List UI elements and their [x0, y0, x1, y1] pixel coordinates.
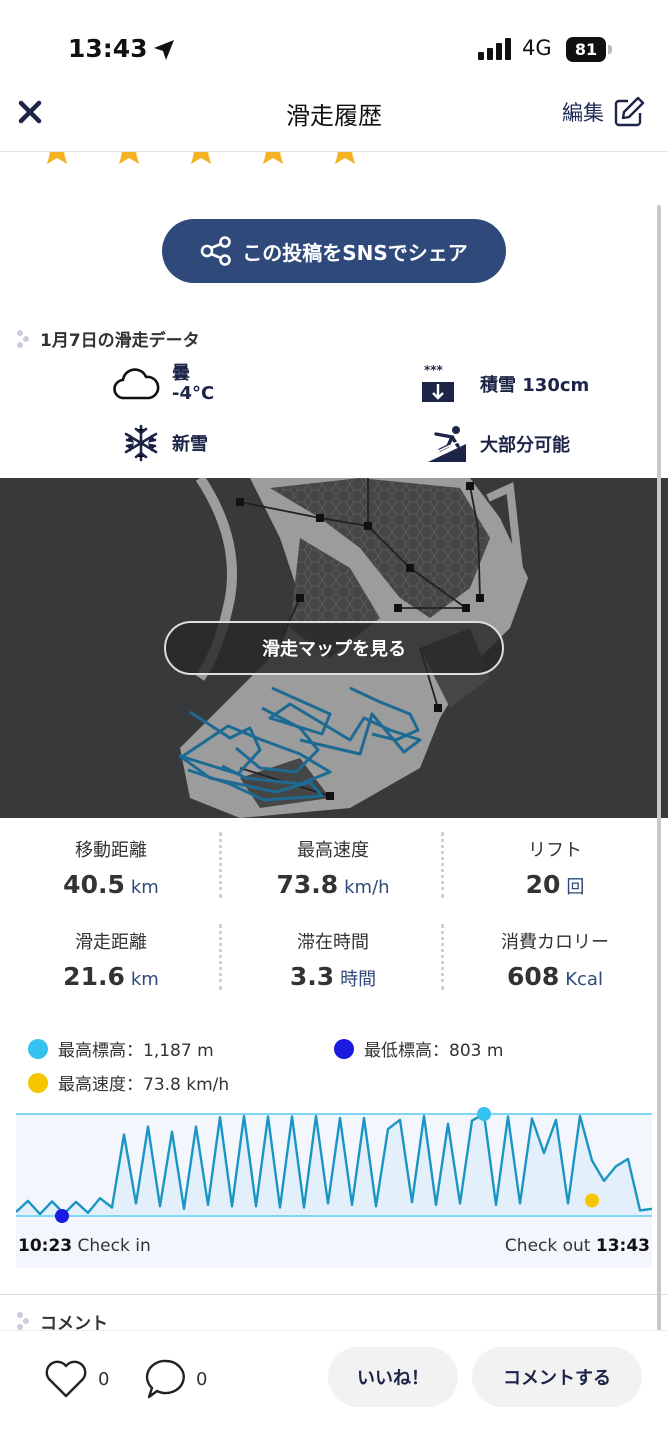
- legend-max-altitude: 最高標高：1,187 m: [28, 1036, 214, 1061]
- max-speed-marker: [585, 1193, 599, 1208]
- max-speed-label: 最高速度：73.8 km/h: [58, 1075, 230, 1095]
- stat-unit: Kcal: [565, 969, 603, 990]
- temperature: -4°C: [172, 383, 215, 404]
- status-time: 13:43: [68, 34, 148, 63]
- status-bar: 13:43 4G 81: [0, 0, 668, 90]
- day-data-label: 1月7日の滑走データ: [40, 331, 200, 351]
- stat-value: 20: [525, 870, 561, 899]
- divider: [219, 924, 222, 990]
- stat-label: 消費カロリー: [501, 932, 609, 953]
- max-altitude-marker: [477, 1107, 491, 1121]
- divider: [441, 832, 444, 898]
- stat-unit: km/h: [344, 877, 390, 898]
- bottom-action-bar: 0 0 いいね！ コメントする: [0, 1330, 668, 1448]
- stat-unit: km: [130, 877, 159, 898]
- location-arrow-icon: [154, 40, 174, 60]
- stat-value: 21.6: [63, 962, 125, 991]
- edit-icon: [614, 96, 645, 127]
- snow-type-info: 新雪: [122, 424, 208, 462]
- star-icon: [119, 152, 139, 164]
- stat-label: 最高速度: [297, 840, 369, 861]
- stat-max-speed: 最高速度 73.8 km/h: [222, 836, 444, 899]
- close-icon[interactable]: [14, 96, 46, 128]
- like-button[interactable]: いいね！: [328, 1347, 458, 1407]
- battery-icon: 81: [566, 37, 612, 62]
- legend-min-altitude: 最低標高：803 m: [334, 1036, 503, 1061]
- min-altitude-dot: [334, 1038, 354, 1059]
- snow-depth-icon: ***: [422, 364, 454, 402]
- stat-value: 3.3: [289, 962, 335, 991]
- comment-bubble-icon[interactable]: [144, 1357, 188, 1401]
- stat-label: 滞在時間: [297, 932, 369, 953]
- svg-text:***: ***: [424, 364, 444, 377]
- course-status: 大部分可能: [480, 435, 570, 456]
- network-type: 4G: [522, 36, 552, 60]
- rating-stars: [40, 152, 380, 164]
- snow-type: 新雪: [172, 434, 208, 455]
- nav-bar: 滑走履歴 編集: [0, 90, 668, 152]
- star-icon: [263, 152, 283, 164]
- legend-max-speed: 最高速度：73.8 km/h: [28, 1070, 229, 1095]
- course-status-info: 大部分可能: [426, 424, 570, 464]
- check-out-time: 13:43: [595, 1236, 650, 1256]
- comment-heading: コメント: [16, 1312, 108, 1330]
- stat-label: リフト: [528, 840, 582, 861]
- section-divider: [0, 1294, 668, 1295]
- battery-level: 81: [566, 37, 606, 62]
- snowflake-icon: [124, 424, 158, 462]
- star-icon: [335, 152, 355, 164]
- stats-grid: 移動距離 40.5 km 最高速度 73.8 km/h リフト 20 回 滑走距離 2…: [0, 822, 668, 1012]
- stat-value: 40.5: [63, 870, 125, 899]
- stat-value: 73.8: [276, 870, 339, 899]
- stat-value: 608: [507, 962, 560, 991]
- stat-calories: 消費カロリー 608 Kcal: [444, 928, 666, 991]
- edit-label: 編集: [562, 101, 604, 125]
- comment-label: コメント: [40, 1313, 108, 1331]
- weather-condition: 曇: [172, 363, 190, 384]
- weather-info: 曇 -4°C: [112, 364, 214, 404]
- comment-button[interactable]: コメントする: [472, 1347, 642, 1407]
- star-icon: [191, 152, 211, 164]
- check-in-text: Check in: [77, 1236, 151, 1256]
- dots-icon: [17, 1312, 29, 1330]
- dots-icon: [17, 329, 29, 348]
- min-altitude-label: 最低標高：803 m: [364, 1041, 504, 1061]
- scrollbar[interactable]: [657, 205, 661, 1340]
- view-ski-map-button[interactable]: 滑走マップを見る: [164, 621, 504, 675]
- max-altitude-label: 最高標高：1,187 m: [58, 1041, 214, 1061]
- divider: [441, 924, 444, 990]
- heart-icon[interactable]: [44, 1359, 88, 1399]
- check-in-time: 10:23: [18, 1236, 73, 1256]
- stat-label: 滑走距離: [75, 932, 147, 953]
- skier-icon: [428, 426, 466, 462]
- max-altitude-dot: [28, 1038, 48, 1059]
- check-out-label: Check out 13:43: [505, 1236, 650, 1256]
- divider: [219, 832, 222, 898]
- day-data-heading: 1月7日の滑走データ: [16, 326, 200, 351]
- edit-button[interactable]: 編集: [562, 94, 646, 130]
- stat-unit: 回: [566, 877, 585, 898]
- stat-ski-distance: 滑走距離 21.6 km: [0, 928, 222, 991]
- snow-depth-info: *** 積雪 130cm: [420, 364, 589, 404]
- star-icon: [47, 152, 67, 164]
- stat-travel-distance: 移動距離 40.5 km: [0, 836, 222, 899]
- stat-stay-time: 滞在時間 3.3 時間: [222, 928, 444, 991]
- max-speed-dot: [28, 1072, 48, 1093]
- check-in-label: 10:23 Check in: [18, 1236, 151, 1256]
- ski-map-panel[interactable]: 滑走マップを見る: [0, 478, 668, 818]
- cellular-signal-icon: [478, 38, 511, 60]
- min-altitude-marker: [55, 1209, 69, 1223]
- cloud-icon: [113, 368, 160, 400]
- like-count: 0: [98, 1369, 110, 1390]
- stat-unit: km: [130, 969, 159, 990]
- share-sns-button[interactable]: この投稿をSNSでシェア: [162, 219, 506, 283]
- snow-depth: 積雪 130cm: [480, 375, 590, 396]
- stat-unit: 時間: [340, 969, 377, 990]
- stat-label: 移動距離: [75, 840, 147, 861]
- check-out-text: Check out: [504, 1236, 591, 1256]
- share-label: この投稿をSNSでシェア: [242, 240, 468, 265]
- share-icon: [200, 236, 232, 266]
- comment-count: 0: [196, 1369, 208, 1390]
- stat-lift: リフト 20 回: [444, 836, 666, 899]
